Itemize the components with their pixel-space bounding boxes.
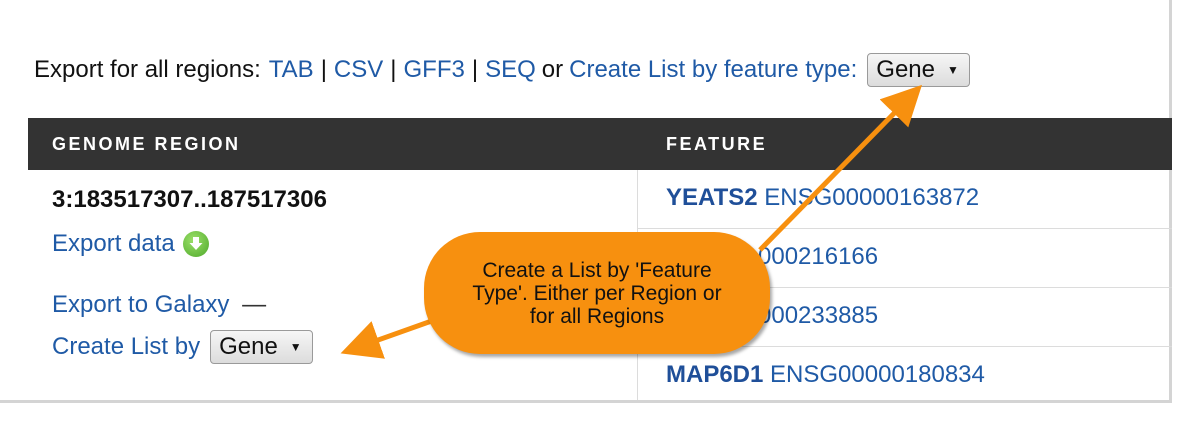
annotation-arrows [340,84,923,359]
callout-arrow-up [758,84,923,252]
callout-text: Create a List by 'Feature Type'. Either … [472,258,722,328]
callout-arrow-down [340,315,441,359]
annotation-callout: Create a List by 'Feature Type'. Either … [424,232,770,354]
